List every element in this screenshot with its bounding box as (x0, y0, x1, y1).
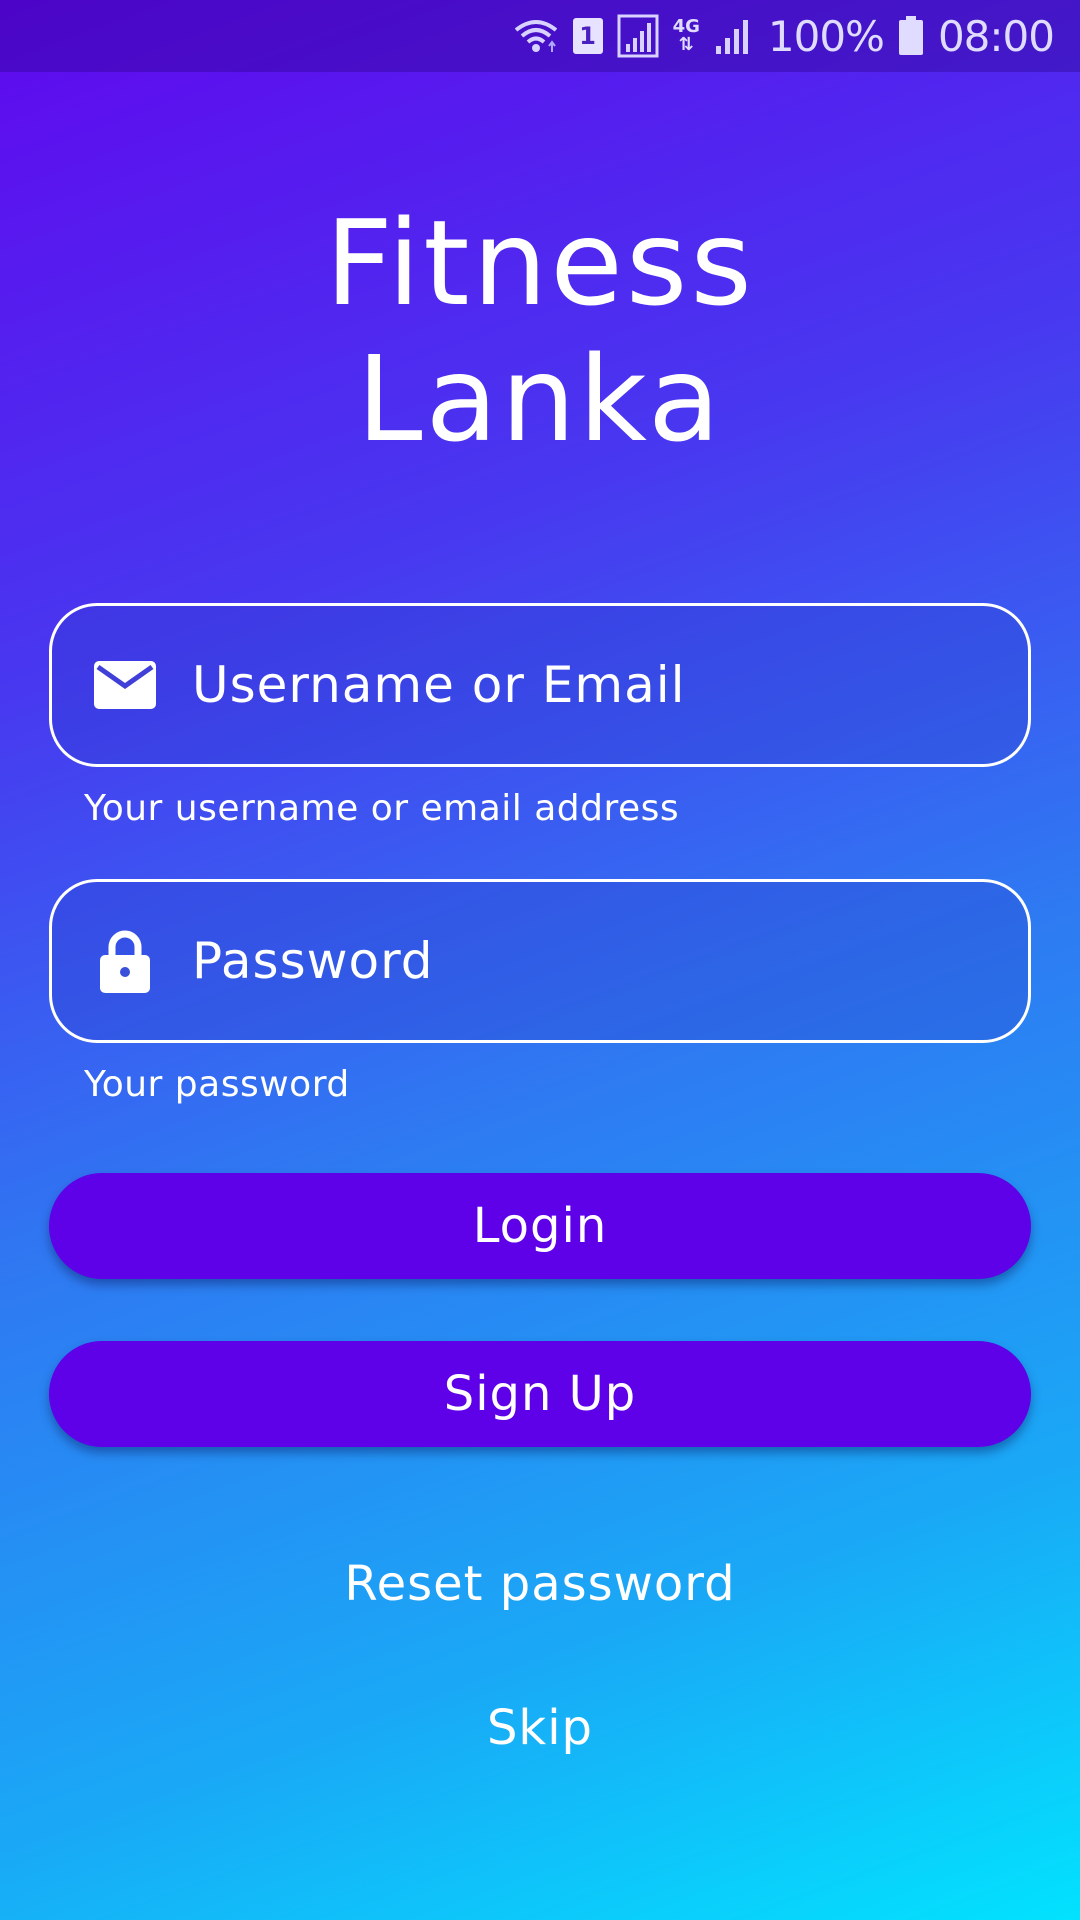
skip-link[interactable]: Skip (0, 1700, 1080, 1756)
wifi-icon (513, 16, 559, 56)
mail-icon (90, 661, 160, 709)
password-field[interactable]: Password (49, 879, 1031, 1043)
username-email-field[interactable]: Username or Email (49, 603, 1031, 767)
battery-percentage: 100% (767, 11, 885, 61)
sign-up-button[interactable]: Sign Up (49, 1341, 1031, 1447)
app-title-line-2: Lanka (356, 330, 724, 468)
signal-icon-sim1 (617, 14, 659, 58)
network-type-indicator: 4G ⇅ (672, 16, 700, 55)
lock-icon (90, 929, 160, 993)
clock-time: 08:00 (937, 11, 1055, 61)
password-helper-text: Your password (84, 1064, 350, 1105)
login-button[interactable]: Login (49, 1173, 1031, 1279)
username-email-helper-text: Your username or email address (84, 788, 680, 829)
network-type-label: 4G (672, 16, 700, 37)
sim-badge: 1 (572, 18, 603, 54)
battery-icon (898, 16, 924, 56)
app-title-line-1: Fitness (325, 194, 755, 332)
status-bar: 1 4G ⇅ 100% 08:00 (0, 0, 1080, 72)
app-title: Fitness Lanka (0, 195, 1080, 467)
signal-icon-sim2 (714, 16, 754, 56)
username-email-placeholder: Username or Email (192, 656, 686, 714)
reset-password-link[interactable]: Reset password (0, 1556, 1080, 1612)
password-placeholder: Password (192, 932, 434, 990)
